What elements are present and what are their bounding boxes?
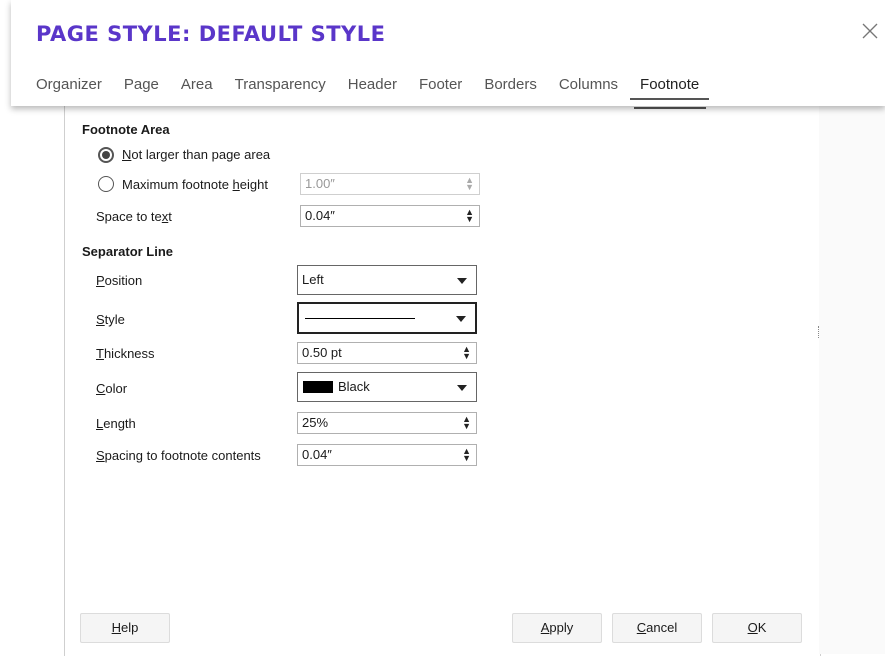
mnemonic-help: H <box>111 620 122 635</box>
space-to-text-text-b: t <box>168 209 172 224</box>
mnemonic-cancel: C <box>636 620 647 635</box>
chevron-down-icon <box>457 385 467 391</box>
space-to-text-label: Space to text <box>96 209 172 224</box>
color-select[interactable]: Black <box>297 372 477 402</box>
space-to-text-value: 0.04″ <box>305 208 335 223</box>
dialog-title: PAGE STYLE: DEFAULT STYLE <box>36 22 386 46</box>
mnemonic-t: T <box>96 346 104 361</box>
position-label: Position <box>96 273 143 288</box>
color-label: Color <box>96 381 128 396</box>
mnemonic-c: C <box>96 381 106 396</box>
length-value: 25% <box>302 415 329 430</box>
spin-arrows-icon[interactable]: ▲ ▼ <box>465 208 474 224</box>
color-value: Black <box>338 379 370 394</box>
tab-columns[interactable]: Columns <box>559 76 618 100</box>
tab-header[interactable]: Header <box>348 76 397 100</box>
tab-footnote[interactable]: Footnote <box>630 76 710 100</box>
length-label: Length <box>96 416 136 431</box>
mnemonic-s2: S <box>96 448 105 463</box>
resize-grip[interactable] <box>818 326 821 338</box>
tab-footer[interactable]: Footer <box>419 76 462 100</box>
line-style-preview <box>305 318 415 319</box>
apply-button[interactable]: Apply <box>512 613 602 643</box>
dialog-header: PAGE STYLE: DEFAULT STYLE Organizer Page… <box>11 0 885 106</box>
cancel-button[interactable]: Cancel <box>612 613 702 643</box>
mnemonic-p: P <box>96 273 105 288</box>
tab-page[interactable]: Page <box>124 76 159 100</box>
tab-bar: Organizer Page Area Transparency Header … <box>36 76 731 100</box>
position-value: Left <box>302 272 324 287</box>
length-spinbox[interactable]: 25% ▲ ▼ <box>297 412 477 434</box>
footnote-area-heading: Footnote Area <box>82 122 170 137</box>
radio-max-height-label[interactable]: Maximum footnote height <box>122 177 268 192</box>
spacing-label: Spacing to footnote contents <box>96 448 261 463</box>
mnemonic-n: N <box>122 147 132 162</box>
tab-borders[interactable]: Borders <box>484 76 537 100</box>
mnemonic-apply: A <box>540 620 550 635</box>
underlying-tab-indicator <box>634 107 706 109</box>
spin-arrows-icon[interactable]: ▲ ▼ <box>462 345 471 361</box>
separator-line-heading: Separator Line <box>82 244 174 259</box>
close-icon[interactable] <box>859 20 881 42</box>
tab-area[interactable]: Area <box>181 76 213 100</box>
max-height-value: 1.00″ <box>305 176 335 191</box>
space-to-text-text-a: Space to te <box>96 209 162 224</box>
radio-not-larger[interactable] <box>98 147 114 163</box>
chevron-down-icon <box>457 278 467 284</box>
spacing-value: 0.04″ <box>302 447 332 462</box>
thickness-value: 0.50 pt <box>302 345 342 360</box>
position-select[interactable]: Left <box>297 265 477 295</box>
background-window <box>819 100 885 654</box>
radio-not-larger-label[interactable]: Not larger than page area <box>122 147 270 162</box>
radio-max-height-text-a: Maximum footnote <box>122 177 233 192</box>
spin-arrows-icon: ▲ ▼ <box>465 175 474 192</box>
tab-transparency[interactable]: Transparency <box>235 76 326 100</box>
radio-max-height-text-b: eight <box>239 177 268 192</box>
spin-arrows-icon[interactable]: ▲ ▼ <box>462 415 471 431</box>
max-height-spinbox: 1.00″ ▲ ▼ <box>300 173 480 195</box>
tab-organizer[interactable]: Organizer <box>36 76 102 100</box>
chevron-down-icon <box>456 316 466 322</box>
mnemonic-l: L <box>96 416 104 431</box>
space-to-text-spinbox[interactable]: 0.04″ ▲ ▼ <box>300 205 480 227</box>
radio-max-height[interactable] <box>98 176 114 192</box>
spin-arrows-icon[interactable]: ▲ ▼ <box>462 447 471 463</box>
color-swatch <box>303 381 333 393</box>
help-button[interactable]: Help <box>80 613 170 643</box>
mnemonic-h: h <box>232 177 240 192</box>
style-select[interactable] <box>297 302 477 334</box>
ok-button[interactable]: OK <box>712 613 802 643</box>
thickness-spinbox[interactable]: 0.50 pt ▲ ▼ <box>297 342 477 364</box>
thickness-label: Thickness <box>96 346 155 361</box>
spacing-spinbox[interactable]: 0.04″ ▲ ▼ <box>297 444 477 466</box>
mnemonic-s: S <box>96 312 105 327</box>
style-label: Style <box>96 312 125 327</box>
radio-not-larger-text: ot larger than page area <box>131 147 271 162</box>
mnemonic-ok: O <box>747 620 758 635</box>
